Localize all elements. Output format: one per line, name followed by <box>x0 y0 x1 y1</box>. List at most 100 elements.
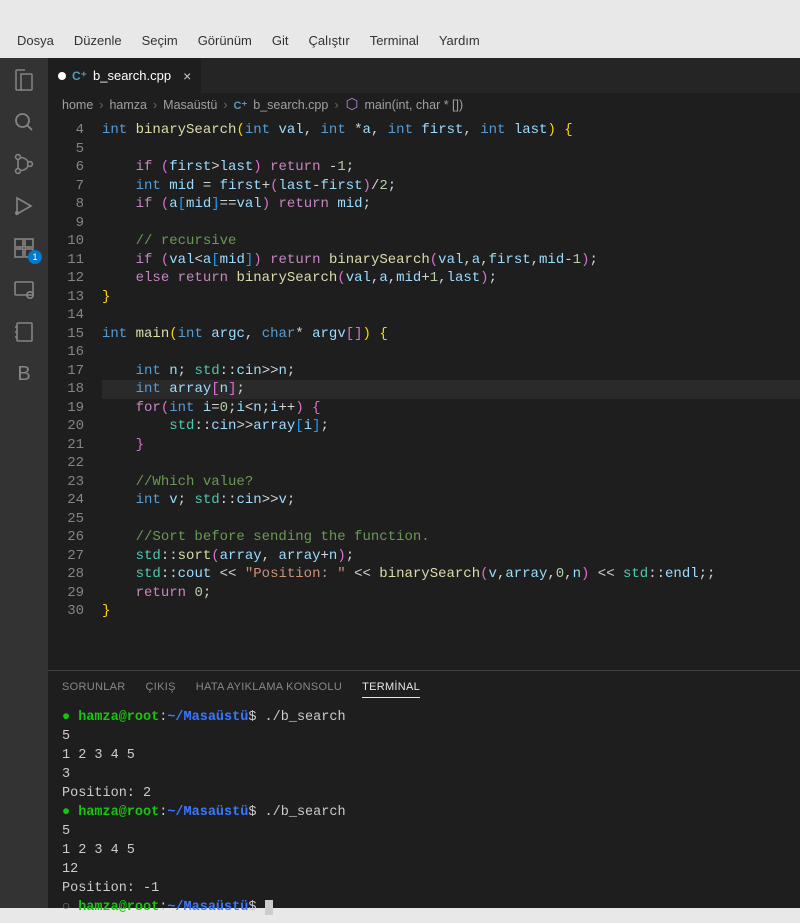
code-line[interactable]: } <box>102 602 800 621</box>
line-number: 17 <box>48 362 84 381</box>
extensions-badge: 1 <box>28 250 42 264</box>
code-line[interactable]: } <box>102 436 800 455</box>
code-line[interactable]: int binarySearch(int val, int *a, int fi… <box>102 121 800 140</box>
crumb-file[interactable]: b_search.cpp <box>253 98 328 112</box>
code-line[interactable]: else return binarySearch(val,a,mid+1,las… <box>102 269 800 288</box>
line-number: 5 <box>48 140 84 159</box>
remote-icon[interactable] <box>12 278 36 302</box>
line-number: 19 <box>48 399 84 418</box>
code-line[interactable] <box>102 214 800 233</box>
code-line[interactable]: int n; std::cin>>n; <box>102 362 800 381</box>
code-line[interactable]: } <box>102 288 800 307</box>
code-line[interactable] <box>102 140 800 159</box>
code-editor[interactable]: 4567891011121314151617181920212223242526… <box>48 117 800 670</box>
tabs-bar: C⁺ b_search.cpp × <box>48 58 800 93</box>
line-number: 6 <box>48 158 84 177</box>
panel-tabs: SORUNLAR ÇIKIŞ HATA AYIKLAMA KONSOLU TERMİN… <box>48 671 800 702</box>
code-line[interactable] <box>102 343 800 362</box>
panel-tab-termi̇nal[interactable]: TERMİNAL <box>362 681 420 698</box>
main-area: 1 B C⁺ b_search.cpp × home › hamza › Masaüst… <box>0 58 800 908</box>
code-line[interactable]: std::cout << "Position: " << binarySearc… <box>102 565 800 584</box>
terminal-output: 3 <box>62 765 786 784</box>
extensions-icon[interactable]: 1 <box>12 236 36 260</box>
line-number: 18 <box>48 380 84 399</box>
menu-git[interactable]: Git <box>263 29 298 52</box>
breadcrumb[interactable]: home›hamza›Masaüstü›C⁺ b_search.cpp› mai… <box>48 93 800 117</box>
source-control-icon[interactable] <box>12 152 36 176</box>
code-line[interactable]: //Which value? <box>102 473 800 492</box>
code-line[interactable]: std::cin>>array[i]; <box>102 417 800 436</box>
cpp-file-icon: C⁺ <box>234 99 248 112</box>
code-line[interactable]: if (a[mid]==val) return mid; <box>102 195 800 214</box>
line-number: 23 <box>48 473 84 492</box>
line-number: 28 <box>48 565 84 584</box>
terminal-output: 5 <box>62 727 786 746</box>
menu-dosya[interactable]: Dosya <box>8 29 63 52</box>
line-number: 29 <box>48 584 84 603</box>
code-line[interactable]: // recursive <box>102 232 800 251</box>
code-line[interactable]: int main(int argc, char* argv[]) { <box>102 325 800 344</box>
line-number: 12 <box>48 269 84 288</box>
crumb[interactable]: home <box>62 98 93 112</box>
code-line[interactable] <box>102 510 800 529</box>
line-gutter: 4567891011121314151617181920212223242526… <box>48 117 102 670</box>
line-number: 16 <box>48 343 84 362</box>
chevron-right-icon: › <box>99 98 103 112</box>
code-line[interactable] <box>102 454 800 473</box>
bookmark-icon[interactable]: B <box>12 362 36 386</box>
status-bullet-icon: ● <box>62 805 78 820</box>
cpp-file-icon: C⁺ <box>72 69 87 83</box>
code-content[interactable]: int binarySearch(int val, int *a, int fi… <box>102 117 800 670</box>
panel-tab-hata-ayiklama-konsolu[interactable]: HATA AYIKLAMA KONSOLU <box>196 681 342 698</box>
status-bullet-icon: ● <box>62 710 78 725</box>
line-number: 22 <box>48 454 84 473</box>
line-number: 30 <box>48 602 84 621</box>
code-line[interactable]: //Sort before sending the function. <box>102 528 800 547</box>
line-number: 26 <box>48 528 84 547</box>
code-line[interactable]: if (val<a[mid]) return binarySearch(val,… <box>102 251 800 270</box>
terminal[interactable]: ● hamza@root:~/Masaüstü$ ./b_search51 2 … <box>48 702 800 923</box>
bottom-panel: SORUNLAR ÇIKIŞ HATA AYIKLAMA KONSOLU TERMİN… <box>48 670 800 908</box>
terminal-prompt: ● hamza@root:~/Masaüstü$ ./b_search <box>62 708 786 727</box>
line-number: 13 <box>48 288 84 307</box>
menu-terminal[interactable]: Terminal <box>361 29 428 52</box>
code-line[interactable]: std::sort(array, array+n); <box>102 547 800 566</box>
menubar: DosyaDüzenleSeçimGörünümGitÇalıştırTermi… <box>0 0 800 58</box>
code-line[interactable]: int mid = first+(last-first)/2; <box>102 177 800 196</box>
panel-tab-sorunlar[interactable]: SORUNLAR <box>62 681 126 698</box>
code-line[interactable]: return 0; <box>102 584 800 603</box>
crumb[interactable]: Masaüstü <box>163 98 217 112</box>
line-number: 8 <box>48 195 84 214</box>
terminal-output: Position: -1 <box>62 879 786 898</box>
menu-görünüm[interactable]: Görünüm <box>189 29 261 52</box>
panel-tab-çikiş[interactable]: ÇIKIŞ <box>146 681 176 698</box>
code-line[interactable]: int v; std::cin>>v; <box>102 491 800 510</box>
code-line[interactable]: if (first>last) return -1; <box>102 158 800 177</box>
chevron-right-icon: › <box>153 98 157 112</box>
notebook-icon[interactable] <box>12 320 36 344</box>
code-line[interactable] <box>102 306 800 325</box>
terminal-output: 12 <box>62 860 786 879</box>
run-debug-icon[interactable] <box>12 194 36 218</box>
menu-yardım[interactable]: Yardım <box>430 29 489 52</box>
tab-b-search[interactable]: C⁺ b_search.cpp × <box>48 58 202 93</box>
terminal-output: 5 <box>62 822 786 841</box>
function-icon <box>345 97 359 114</box>
activity-bar: 1 B <box>0 58 48 908</box>
code-line[interactable]: int array[n]; <box>102 380 800 399</box>
close-icon[interactable]: × <box>183 68 191 84</box>
line-number: 20 <box>48 417 84 436</box>
menu-seçim[interactable]: Seçim <box>133 29 187 52</box>
line-number: 27 <box>48 547 84 566</box>
line-number: 21 <box>48 436 84 455</box>
menu-düzenle[interactable]: Düzenle <box>65 29 131 52</box>
code-line[interactable]: for(int i=0;i<n;i++) { <box>102 399 800 418</box>
crumb-symbol[interactable]: main(int, char * []) <box>365 98 464 112</box>
modified-dot-icon <box>58 72 66 80</box>
line-number: 9 <box>48 214 84 233</box>
search-icon[interactable] <box>12 110 36 134</box>
explorer-icon[interactable] <box>12 68 36 92</box>
crumb[interactable]: hamza <box>109 98 147 112</box>
tab-label: b_search.cpp <box>93 68 171 83</box>
menu-çalıştır[interactable]: Çalıştır <box>300 29 359 52</box>
